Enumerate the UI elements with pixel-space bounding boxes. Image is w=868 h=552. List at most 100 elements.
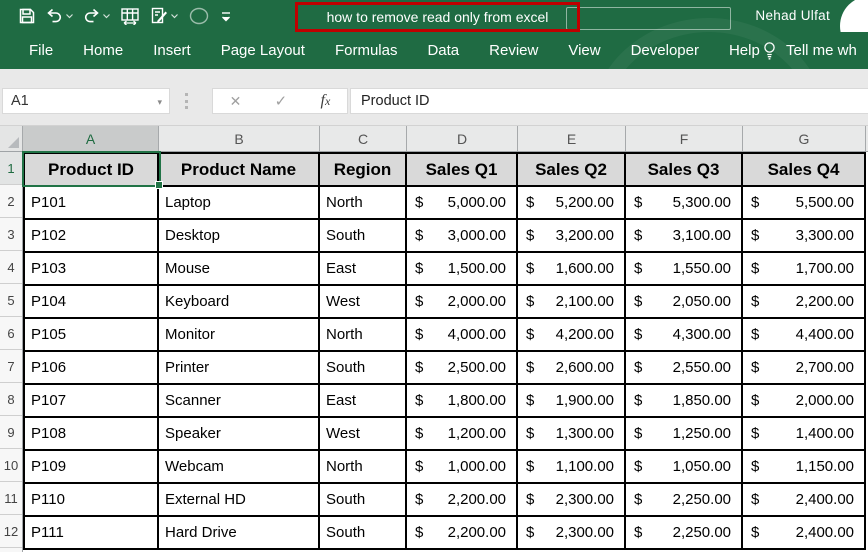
- cell-C8[interactable]: East: [320, 385, 407, 418]
- row-header-5[interactable]: 5: [0, 284, 22, 317]
- cell-D12[interactable]: $2,200.00: [407, 517, 518, 550]
- cell-B8[interactable]: Scanner: [159, 385, 320, 418]
- cell-A4[interactable]: P103: [25, 253, 159, 286]
- tab-page-layout[interactable]: Page Layout: [206, 32, 320, 69]
- confirm-entry-icon[interactable]: ✓: [275, 92, 288, 110]
- cell-A2[interactable]: P101: [25, 187, 159, 220]
- tab-home[interactable]: Home: [68, 32, 138, 69]
- undo-icon[interactable]: [46, 8, 73, 24]
- cell-C1[interactable]: Region: [320, 154, 407, 187]
- cell-C4[interactable]: East: [320, 253, 407, 286]
- account-avatar[interactable]: [840, 0, 868, 32]
- formula-bar[interactable]: Product ID: [350, 88, 868, 114]
- cell-B2[interactable]: Laptop: [159, 187, 320, 220]
- column-header-E[interactable]: E: [518, 126, 626, 151]
- cell-E4[interactable]: $1,600.00: [518, 253, 626, 286]
- tab-review[interactable]: Review: [474, 32, 553, 69]
- form-edit-icon[interactable]: [150, 7, 178, 25]
- cell-E9[interactable]: $1,300.00: [518, 418, 626, 451]
- oval-shape-icon[interactable]: [188, 7, 210, 25]
- cell-E5[interactable]: $2,100.00: [518, 286, 626, 319]
- cell-B9[interactable]: Speaker: [159, 418, 320, 451]
- cell-D1[interactable]: Sales Q1: [407, 154, 518, 187]
- cell-G4[interactable]: $1,700.00: [743, 253, 866, 286]
- cell-E12[interactable]: $2,300.00: [518, 517, 626, 550]
- cell-F8[interactable]: $1,850.00: [626, 385, 743, 418]
- customize-toolbar-icon[interactable]: [220, 11, 232, 22]
- cell-E3[interactable]: $3,200.00: [518, 220, 626, 253]
- row-header-11[interactable]: 11: [0, 482, 22, 515]
- cell-B10[interactable]: Webcam: [159, 451, 320, 484]
- cell-G3[interactable]: $3,300.00: [743, 220, 866, 253]
- cell-B3[interactable]: Desktop: [159, 220, 320, 253]
- cell-D5[interactable]: $2,000.00: [407, 286, 518, 319]
- cell-B4[interactable]: Mouse: [159, 253, 320, 286]
- select-all-corner[interactable]: [0, 126, 23, 151]
- name-box[interactable]: A1 ▾: [2, 88, 170, 114]
- cell-C10[interactable]: North: [320, 451, 407, 484]
- cell-C12[interactable]: South: [320, 517, 407, 550]
- cell-F2[interactable]: $5,300.00: [626, 187, 743, 220]
- cell-C5[interactable]: West: [320, 286, 407, 319]
- cell-E8[interactable]: $1,900.00: [518, 385, 626, 418]
- column-header-B[interactable]: B: [159, 126, 320, 151]
- cell-A9[interactable]: P108: [25, 418, 159, 451]
- cell-F1[interactable]: Sales Q3: [626, 154, 743, 187]
- cell-A1[interactable]: Product ID: [25, 154, 159, 187]
- cell-A7[interactable]: P106: [25, 352, 159, 385]
- cell-G7[interactable]: $2,700.00: [743, 352, 866, 385]
- name-box-dropdown-icon[interactable]: ▾: [157, 97, 162, 108]
- cell-F12[interactable]: $2,250.00: [626, 517, 743, 550]
- tab-view[interactable]: View: [553, 32, 615, 69]
- cell-E1[interactable]: Sales Q2: [518, 154, 626, 187]
- cell-E2[interactable]: $5,200.00: [518, 187, 626, 220]
- cell-F9[interactable]: $1,250.00: [626, 418, 743, 451]
- row-header-3[interactable]: 3: [0, 218, 22, 251]
- cell-G8[interactable]: $2,000.00: [743, 385, 866, 418]
- cell-F6[interactable]: $4,300.00: [626, 319, 743, 352]
- cell-G11[interactable]: $2,400.00: [743, 484, 866, 517]
- cell-G12[interactable]: $2,400.00: [743, 517, 866, 550]
- cell-G5[interactable]: $2,200.00: [743, 286, 866, 319]
- cell-F5[interactable]: $2,050.00: [626, 286, 743, 319]
- cell-D2[interactable]: $5,000.00: [407, 187, 518, 220]
- tab-insert[interactable]: Insert: [138, 32, 206, 69]
- row-header-8[interactable]: 8: [0, 383, 22, 416]
- tab-formulas[interactable]: Formulas: [320, 32, 413, 69]
- row-header-4[interactable]: 4: [0, 251, 22, 284]
- column-header-D[interactable]: D: [407, 126, 518, 151]
- cell-D8[interactable]: $1,800.00: [407, 385, 518, 418]
- tab-file[interactable]: File: [14, 32, 68, 69]
- row-header-10[interactable]: 10: [0, 449, 22, 482]
- row-header-2[interactable]: 2: [0, 185, 22, 218]
- cell-B7[interactable]: Printer: [159, 352, 320, 385]
- cell-E11[interactable]: $2,300.00: [518, 484, 626, 517]
- cell-E7[interactable]: $2,600.00: [518, 352, 626, 385]
- cell-A3[interactable]: P102: [25, 220, 159, 253]
- row-header-9[interactable]: 9: [0, 416, 22, 449]
- cell-C9[interactable]: West: [320, 418, 407, 451]
- cell-G9[interactable]: $1,400.00: [743, 418, 866, 451]
- redo-icon[interactable]: [83, 8, 110, 24]
- cell-C11[interactable]: South: [320, 484, 407, 517]
- cell-B11[interactable]: External HD: [159, 484, 320, 517]
- cell-D9[interactable]: $1,200.00: [407, 418, 518, 451]
- cell-A10[interactable]: P109: [25, 451, 159, 484]
- cell-F3[interactable]: $3,100.00: [626, 220, 743, 253]
- cell-A8[interactable]: P107: [25, 385, 159, 418]
- cell-D11[interactable]: $2,200.00: [407, 484, 518, 517]
- cell-B5[interactable]: Keyboard: [159, 286, 320, 319]
- tell-me-box[interactable]: Tell me wh: [761, 32, 868, 69]
- column-header-C[interactable]: C: [320, 126, 407, 151]
- column-header-A[interactable]: A: [23, 126, 159, 151]
- cell-B6[interactable]: Monitor: [159, 319, 320, 352]
- cell-C3[interactable]: South: [320, 220, 407, 253]
- cell-G2[interactable]: $5,500.00: [743, 187, 866, 220]
- row-header-6[interactable]: 6: [0, 317, 22, 350]
- cell-C6[interactable]: North: [320, 319, 407, 352]
- cell-A5[interactable]: P104: [25, 286, 159, 319]
- cell-B1[interactable]: Product Name: [159, 154, 320, 187]
- save-icon[interactable]: [18, 7, 36, 25]
- cell-D7[interactable]: $2,500.00: [407, 352, 518, 385]
- cell-F10[interactable]: $1,050.00: [626, 451, 743, 484]
